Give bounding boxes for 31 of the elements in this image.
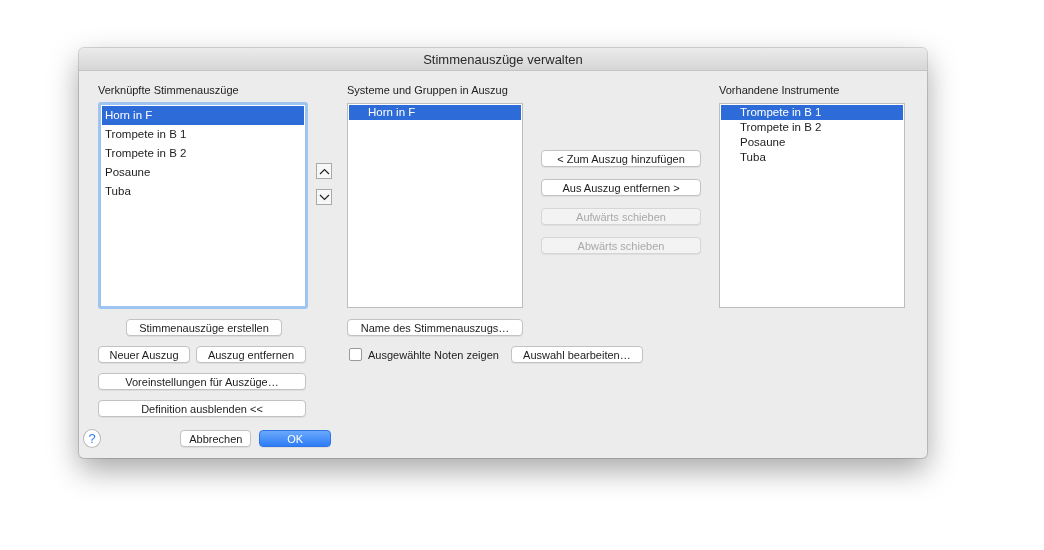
- move-up-button[interactable]: [316, 163, 332, 179]
- list-item[interactable]: Tuba: [721, 150, 903, 165]
- list-heading: Verknüpfte Stimmenauszüge: [98, 83, 240, 97]
- list-item[interactable]: Trompete in B 2: [102, 144, 304, 163]
- list-item[interactable]: Tuba: [102, 182, 304, 201]
- edit-selection-button[interactable]: Auswahl bearbeiten…: [510, 346, 643, 363]
- new-part-button[interactable]: Neuer Auszug: [98, 346, 190, 363]
- remove-part-button[interactable]: Auszug entfernen: [196, 346, 306, 363]
- part-settings-button[interactable]: Voreinstellungen für Auszüge…: [98, 373, 306, 390]
- transfer-button[interactable]: < Zum Auszug hinzufügen: [541, 150, 701, 167]
- chevron-up-icon: [318, 167, 330, 175]
- checkbox[interactable]: [349, 348, 362, 361]
- list-item[interactable]: Trompete in B 1: [721, 105, 903, 120]
- list-heading: Vorhandene Instrumente: [719, 83, 841, 97]
- list-item[interactable]: Trompete in B 1: [102, 125, 304, 144]
- list-item[interactable]: Trompete in B 2: [721, 120, 903, 135]
- checkbox-label: Ausgewählte Noten zeigen: [368, 348, 499, 361]
- list-item[interactable]: Posaune: [721, 135, 903, 150]
- list-heading: Systeme und Gruppen in Auszug: [347, 83, 509, 97]
- list-item[interactable]: Horn in F: [102, 106, 304, 125]
- chevron-down-icon: [318, 193, 330, 201]
- create-parts-button[interactable]: Stimmenauszüge erstellen: [126, 319, 282, 336]
- move-down-button[interactable]: [316, 189, 332, 205]
- list-item[interactable]: Horn in F: [349, 105, 521, 120]
- help-button[interactable]: ?: [83, 429, 102, 448]
- hide-definition-button[interactable]: Definition ausblenden <<: [98, 400, 306, 417]
- part-name-button[interactable]: Name des Stimmenauszugs…: [347, 319, 523, 336]
- list-item[interactable]: Posaune: [102, 163, 304, 182]
- transfer-button[interactable]: Aus Auszug entfernen >: [541, 179, 701, 196]
- window-title: Stimmenauszüge verwalten: [423, 51, 583, 67]
- cancel-button[interactable]: Abbrechen: [180, 430, 252, 447]
